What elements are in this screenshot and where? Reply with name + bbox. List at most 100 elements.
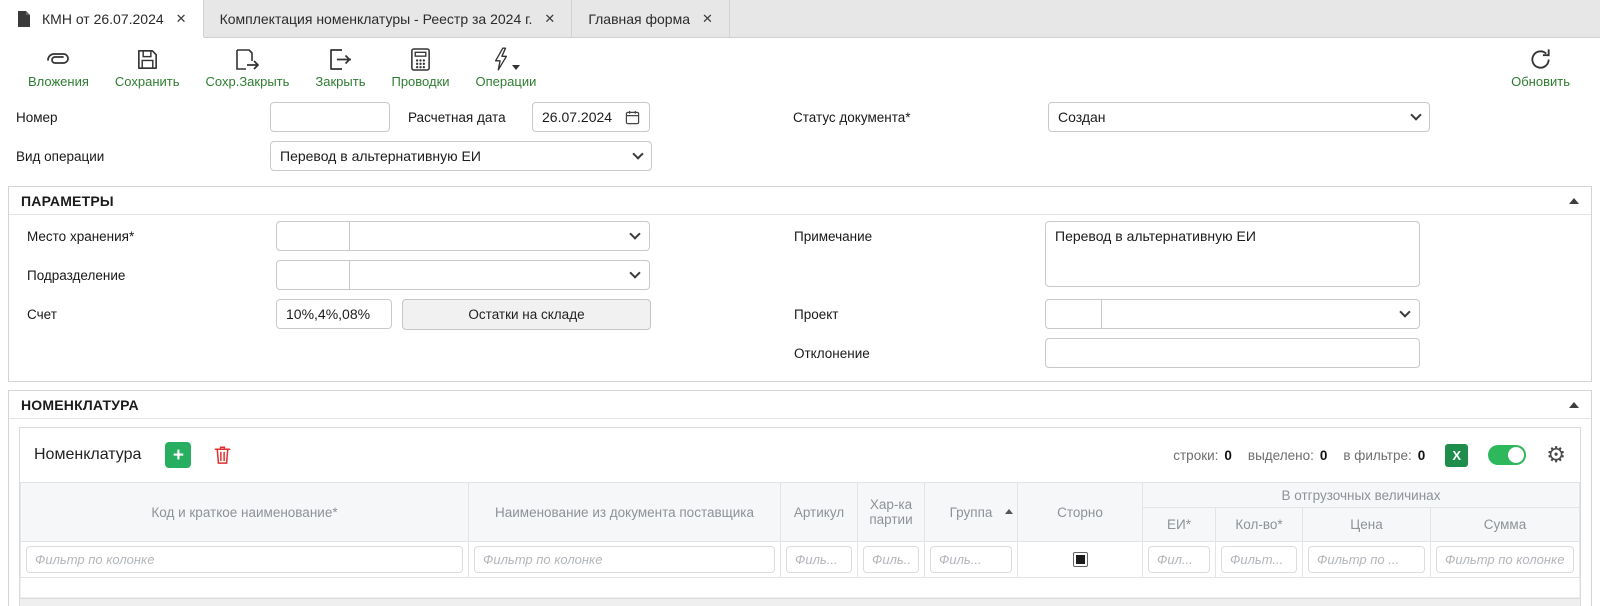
refresh-button[interactable]: Обновить [1511, 45, 1570, 89]
storage-label: Место хранения* [27, 229, 134, 244]
tab-label: КМН от 26.07.2024 [42, 11, 164, 27]
filter-input-price[interactable] [1308, 546, 1425, 573]
calc-date-field[interactable]: 26.07.2024 [532, 102, 650, 132]
exit-icon [327, 45, 353, 72]
note-value: Перевод в альтернативную ЕИ [1055, 228, 1256, 244]
add-row-button[interactable]: + [165, 442, 191, 468]
column-header-sum[interactable]: Сумма [1431, 508, 1580, 542]
filter-input-unit[interactable] [1148, 546, 1210, 573]
chevron-down-icon [629, 228, 640, 239]
save-close-button[interactable]: Сохр.Закрыть [206, 45, 290, 89]
division-code-input[interactable] [276, 260, 350, 290]
toolbar-label: Сохр.Закрыть [206, 74, 290, 89]
tab-close-icon[interactable]: ✕ [544, 11, 555, 27]
column-header-supplier-doc-name[interactable]: Наименование из документа поставщика [469, 483, 781, 542]
filter-input-code-name[interactable] [26, 546, 463, 573]
note-textarea[interactable]: Перевод в альтернативную ЕИ [1045, 221, 1420, 287]
selected-count-label: выделено: [1248, 448, 1314, 463]
lightning-icon [492, 46, 510, 72]
nomenclature-grid-panel: Номенклатура + строки: 0 выделено: 0 в ф… [19, 427, 1581, 606]
operation-kind-value: Перевод в альтернативную ЕИ [280, 148, 481, 164]
note-label: Примечание [794, 229, 872, 244]
nomenclature-body: Номенклатура + строки: 0 выделено: 0 в ф… [9, 419, 1591, 606]
filter-toggle[interactable] [1488, 445, 1526, 465]
filter-input-sum[interactable] [1436, 546, 1574, 573]
postings-button[interactable]: Проводки [391, 45, 449, 89]
column-header-code-name[interactable]: Код и краткое наименование* [21, 483, 469, 542]
deviation-label: Отклонение [794, 346, 870, 361]
toolbar-label: Обновить [1511, 74, 1570, 89]
filter-input-article[interactable] [786, 546, 852, 573]
storno-filter-checkbox[interactable] [1073, 552, 1088, 567]
toolbar: Вложения Сохранить Сохр.Закрыть Закрыть … [0, 38, 1600, 96]
storage-field [276, 221, 650, 251]
toolbar-label: Операции [476, 74, 537, 89]
project-code-input[interactable] [1045, 299, 1102, 329]
column-header-unit[interactable]: ЕИ* [1143, 508, 1216, 542]
calc-date-label: Расчетная дата [408, 110, 506, 125]
column-header-group[interactable]: Группа [925, 483, 1018, 542]
nomenclature-table: Код и краткое наименование* Наименование… [20, 482, 1580, 598]
chevron-down-icon [632, 148, 643, 159]
trash-icon [213, 444, 232, 466]
nomenclature-title: НОМЕНКЛАТУРА [21, 397, 139, 413]
calc-date-value: 26.07.2024 [542, 109, 612, 125]
tab-label: Комплектация номенклатуры - Реестр за 20… [220, 11, 533, 27]
column-header-storno[interactable]: Сторно [1018, 483, 1143, 542]
collapse-icon[interactable] [1569, 198, 1579, 204]
operations-button[interactable]: Операции [476, 45, 537, 89]
toggle-knob [1508, 447, 1524, 463]
column-header-article[interactable]: Артикул [781, 483, 858, 542]
refresh-icon [1528, 45, 1553, 72]
grid-horizontal-scrollbar[interactable] [20, 598, 1580, 606]
parameters-panel: ПАРАМЕТРЫ Место хранения* Подразделение … [8, 186, 1592, 382]
rows-count-label: строки: [1173, 448, 1218, 463]
column-header-price[interactable]: Цена [1303, 508, 1431, 542]
column-header-batch-char[interactable]: Хар-ка партии [858, 483, 925, 542]
project-field [1045, 299, 1420, 329]
collapse-icon[interactable] [1569, 402, 1579, 408]
chevron-down-icon [629, 267, 640, 278]
grid-toolbar: Номенклатура + строки: 0 выделено: 0 в ф… [20, 428, 1580, 482]
grid-stats: строки: 0 выделено: 0 в фильтре: 0 [1173, 448, 1435, 463]
operation-kind-select[interactable]: Перевод в альтернативную ЕИ [270, 141, 652, 171]
delete-row-button[interactable] [213, 444, 232, 466]
deviation-input[interactable] [1045, 338, 1420, 368]
number-input[interactable] [270, 102, 390, 132]
document-icon [16, 10, 32, 28]
filter-input-batch-char[interactable] [863, 546, 919, 573]
document-header-form: Номер Расчетная дата 26.07.2024 Статус д… [0, 96, 1600, 180]
project-select[interactable] [1102, 299, 1420, 329]
tab-close-icon[interactable]: ✕ [702, 11, 713, 27]
status-select[interactable]: Создан [1048, 102, 1430, 132]
column-header-quantity[interactable]: Кол-во* [1216, 508, 1303, 542]
toolbar-label: Сохранить [115, 74, 180, 89]
storage-select[interactable] [350, 221, 650, 251]
parameters-header: ПАРАМЕТРЫ [9, 187, 1591, 215]
grid-title: Номенклатура [34, 446, 141, 464]
checkbox-indeterminate-mark [1076, 555, 1085, 564]
stock-balance-button[interactable]: Остатки на складе [402, 299, 651, 330]
account-input[interactable] [276, 299, 392, 329]
filter-input-supplier-doc-name[interactable] [474, 546, 775, 573]
attachments-button[interactable]: Вложения [28, 45, 89, 89]
filter-input-group[interactable] [930, 546, 1012, 573]
filtered-count-label: в фильтре: [1343, 448, 1411, 463]
storage-code-input[interactable] [276, 221, 350, 251]
tab-main-form[interactable]: Главная форма ✕ [572, 0, 730, 37]
division-select[interactable] [350, 260, 650, 290]
excel-export-button[interactable]: X [1445, 444, 1468, 467]
save-button[interactable]: Сохранить [115, 45, 180, 89]
close-button[interactable]: Закрыть [315, 45, 365, 89]
account-label: Счет [27, 307, 57, 322]
settings-gear-icon[interactable]: ⚙ [1546, 444, 1566, 466]
filter-input-quantity[interactable] [1221, 546, 1297, 573]
parameters-body: Место хранения* Подразделение Счет Остат… [9, 215, 1591, 381]
tab-registry[interactable]: Комплектация номенклатуры - Реестр за 20… [204, 0, 573, 37]
save-icon [135, 45, 160, 72]
group-header-shipping-units: В отгрузочных величинах [1143, 483, 1580, 508]
sort-ascending-icon [1005, 509, 1013, 514]
tab-close-icon[interactable]: ✕ [176, 11, 187, 27]
tab-kmn-document[interactable]: КМН от 26.07.2024 ✕ [0, 0, 204, 38]
dropdown-caret-icon [512, 65, 520, 70]
